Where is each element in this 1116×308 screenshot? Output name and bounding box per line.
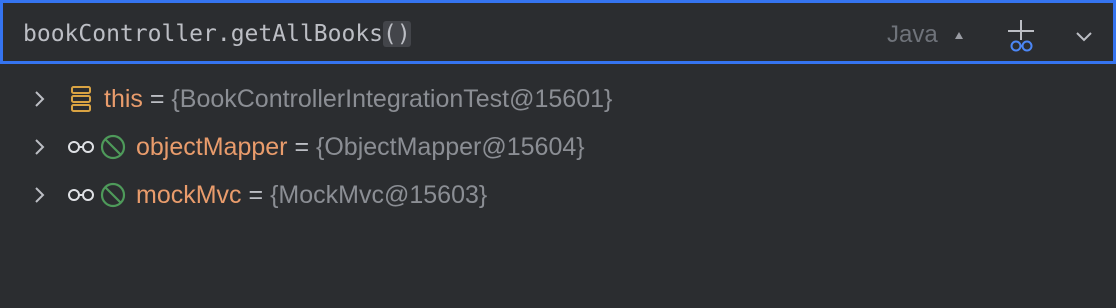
- equals-sign: =: [149, 85, 165, 113]
- watch-field-icon: [68, 182, 126, 208]
- chevron-right-icon[interactable]: [30, 184, 50, 206]
- variable-name: mockMvc: [136, 181, 242, 209]
- chevron-right-icon[interactable]: [30, 88, 50, 110]
- tree-row-mockmvc[interactable]: mockMvc = {MockMvc@15603}: [0, 171, 1116, 219]
- evaluate-expression-field[interactable]: bookController.getAllBooks() Java: [0, 0, 1116, 64]
- expression-text[interactable]: bookController.getAllBooks(): [23, 19, 411, 49]
- add-to-watches-icon[interactable]: [1001, 17, 1041, 55]
- language-selector[interactable]: Java: [887, 21, 938, 49]
- variable-value: {MockMvc@15603}: [270, 181, 488, 209]
- watch-field-icon: [68, 134, 126, 160]
- chevron-right-icon[interactable]: [30, 136, 50, 158]
- equals-sign: =: [248, 181, 264, 209]
- variable-entry: mockMvc = {MockMvc@15603}: [136, 179, 487, 211]
- stack-icon: [71, 86, 91, 112]
- variable-value: {BookControllerIntegrationTest@15601}: [171, 85, 613, 113]
- variable-value: {ObjectMapper@15604}: [316, 133, 585, 161]
- variable-entry: this = {BookControllerIntegrationTest@15…: [104, 83, 612, 115]
- variable-name: objectMapper: [136, 133, 288, 161]
- variable-name: this: [104, 85, 143, 113]
- tree-row-this[interactable]: this = {BookControllerIntegrationTest@15…: [0, 75, 1116, 123]
- expression-parens: (): [383, 21, 411, 47]
- equals-sign: =: [294, 133, 310, 161]
- tree-row-objectmapper[interactable]: objectMapper = {ObjectMapper@15604}: [0, 123, 1116, 171]
- variable-entry: objectMapper = {ObjectMapper@15604}: [136, 131, 585, 163]
- language-dropdown-arrow-icon[interactable]: [955, 32, 963, 39]
- expression-code: bookController.getAllBooks: [23, 21, 384, 47]
- debugger-variables-panel: bookController.getAllBooks() Java this =…: [0, 0, 1116, 308]
- chevron-down-icon[interactable]: [1069, 23, 1099, 51]
